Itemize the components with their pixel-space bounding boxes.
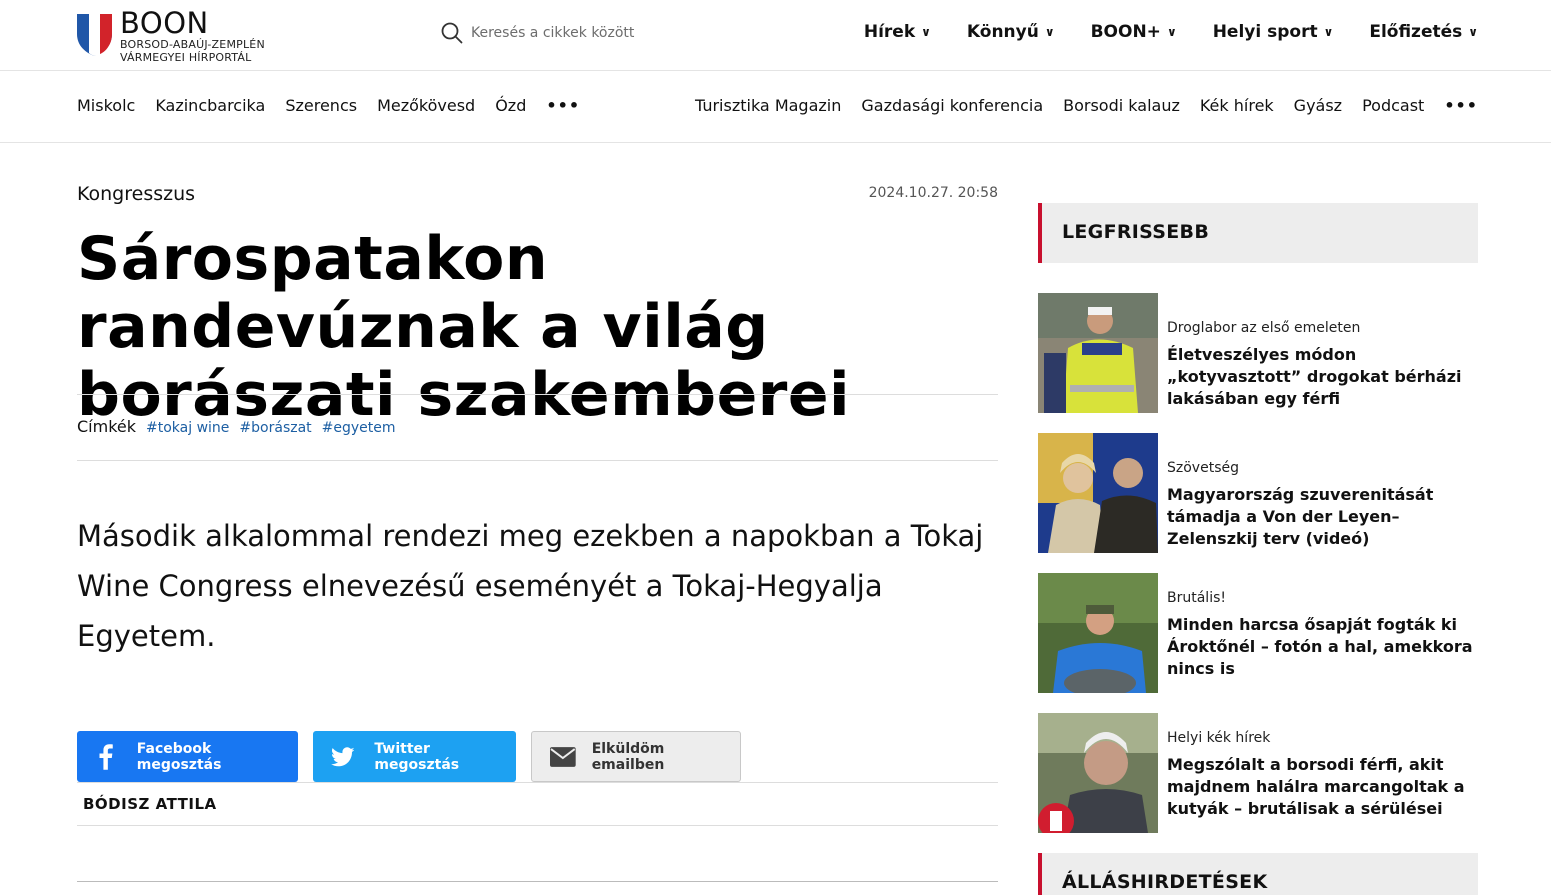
news-category: Brutális! <box>1167 590 1226 606</box>
latest-title: LEGFRISSEBB <box>1062 221 1210 243</box>
envelope-icon <box>550 746 576 767</box>
logo-subtitle-1: BORSOD-ABAÚJ-ZEMPLÉN <box>120 38 265 51</box>
article-author[interactable]: BÓDISZ ATTILA <box>83 795 217 813</box>
tag-egyetem[interactable]: #egyetem <box>322 420 396 436</box>
nav-elofizetes[interactable]: Előfizetés ∨ <box>1369 22 1478 42</box>
twitter-icon <box>331 746 355 766</box>
chevron-down-icon: ∨ <box>1468 25 1478 39</box>
city-nav: Miskolc Kazincbarcika Szerencs Mezőköves… <box>77 96 580 115</box>
nav-hirek[interactable]: Hírek ∨ <box>864 22 931 42</box>
chevron-down-icon: ∨ <box>921 25 931 39</box>
logo-name: BOON <box>120 6 209 40</box>
twitter-share-button[interactable]: Twitter megosztás <box>313 731 516 782</box>
tag-tokaj-wine[interactable]: #tokaj wine <box>146 420 229 436</box>
jobs-title: ÁLLÁSHIRDETÉSEK <box>1062 871 1268 893</box>
article-lead: Második alkalommal rendezi meg ezekben a… <box>77 519 984 653</box>
share-buttons: Facebook megosztás Twitter megosztás Elk… <box>77 731 741 782</box>
news-thumbnail[interactable] <box>1038 713 1158 833</box>
news-thumbnail[interactable] <box>1038 293 1158 413</box>
search-bar <box>441 22 671 44</box>
police-photo <box>1038 293 1158 413</box>
nav-label: Hírek <box>863 22 916 42</box>
subnav-ozd[interactable]: Ózd <box>495 96 526 115</box>
logo-subtitle-2: VÁRMEGYEI HÍRPORTÁL <box>120 51 252 64</box>
subnav-szerencs[interactable]: Szerencs <box>285 96 357 115</box>
topic-nav: Turisztika Magazin Gazdasági konferencia… <box>695 96 1478 115</box>
subnav-turisztika[interactable]: Turisztika Magazin <box>695 96 841 115</box>
nav-label: BOON+ <box>1090 22 1161 42</box>
news-item[interactable]: Szövetség Magyarország szuverenitását tá… <box>1038 433 1478 553</box>
news-category: Helyi kék hírek <box>1167 730 1271 746</box>
news-category: Droglabor az első emeleten <box>1167 320 1361 336</box>
divider <box>77 394 998 395</box>
site-logo[interactable]: BOON BORSOD-ABAÚJ-ZEMPLÉN VÁRMEGYEI HÍRP… <box>77 8 265 64</box>
email-share-button[interactable]: Elküldöm emailben <box>531 731 741 782</box>
nav-label: Könnyű <box>966 22 1039 42</box>
twitter-share-label: Twitter megosztás <box>374 740 460 773</box>
top-header: BOON BORSOD-ABAÚJ-ZEMPLÉN VÁRMEGYEI HÍRP… <box>0 0 1551 71</box>
subnav-gazdasagi[interactable]: Gazdasági konferencia <box>861 96 1043 115</box>
nav-helyi-sport[interactable]: Helyi sport ∨ <box>1213 22 1334 42</box>
facebook-icon <box>99 743 113 770</box>
subnav-kek-hirek[interactable]: Kék hírek <box>1200 96 1274 115</box>
news-category: Szövetség <box>1167 460 1239 476</box>
subnav-gyasz[interactable]: Gyász <box>1294 96 1342 115</box>
nav-boon-plus[interactable]: BOON+ ∨ <box>1091 22 1177 42</box>
more-menu-icon[interactable]: ••• <box>546 96 580 115</box>
subnav-kazincbarcika[interactable]: Kazincbarcika <box>155 96 265 115</box>
chevron-down-icon: ∨ <box>1044 25 1055 39</box>
tags-label: Címkék <box>77 417 137 436</box>
subnav-podcast[interactable]: Podcast <box>1362 96 1424 115</box>
politicians-photo <box>1038 433 1158 553</box>
search-icon[interactable] <box>441 22 463 44</box>
news-title[interactable]: Minden harcsa ősapját fogták ki Ároktőné… <box>1167 614 1479 680</box>
divider <box>77 782 998 783</box>
news-thumbnail[interactable] <box>1038 433 1158 553</box>
logo-shield-icon <box>77 14 112 56</box>
article-category[interactable]: Kongresszus <box>77 183 195 205</box>
facebook-share-button[interactable]: Facebook megosztás <box>77 731 298 782</box>
sub-nav: Miskolc Kazincbarcika Szerencs Mezőköves… <box>0 71 1551 143</box>
subnav-miskolc[interactable]: Miskolc <box>77 96 135 115</box>
chevron-down-icon: ∨ <box>1166 25 1177 39</box>
news-title[interactable]: Megszólalt a borsodi férfi, akit majdnem… <box>1167 754 1479 820</box>
jobs-header: ÁLLÁSHIRDETÉSEK <box>1038 853 1478 895</box>
news-item[interactable]: Helyi kék hírek Megszólalt a borsodi fér… <box>1038 713 1478 833</box>
facebook-share-label: Facebook megosztás <box>136 740 222 773</box>
tag-boraszat[interactable]: #borászat <box>239 420 311 436</box>
fisherman-photo <box>1038 573 1158 693</box>
more-menu-icon[interactable]: ••• <box>1444 96 1478 115</box>
article-date: 2024.10.27. 20:58 <box>868 185 998 201</box>
divider <box>77 881 998 882</box>
nav-label: Előfizetés <box>1369 22 1463 42</box>
divider <box>77 825 998 826</box>
latest-header: LEGFRISSEBB <box>1038 203 1478 263</box>
nav-label: Helyi sport <box>1212 22 1318 42</box>
nav-konnyu[interactable]: Könnyű ∨ <box>967 22 1055 42</box>
news-item[interactable]: Droglabor az első emeleten Életveszélyes… <box>1038 293 1478 413</box>
subnav-borsodi-kalauz[interactable]: Borsodi kalauz <box>1063 96 1180 115</box>
injured-man-photo <box>1038 713 1158 833</box>
chevron-down-icon: ∨ <box>1323 25 1334 39</box>
news-title[interactable]: Magyarország szuverenitását támadja a Vo… <box>1167 484 1479 550</box>
tag-list: Címkék #tokaj wine #borászat #egyetem <box>77 417 396 436</box>
news-title[interactable]: Életveszélyes módon „kotyvasztott” drogo… <box>1167 344 1479 410</box>
subnav-mezokovesd[interactable]: Mezőkövesd <box>377 96 475 115</box>
email-share-label: Elküldöm emailben <box>591 740 665 773</box>
news-item[interactable]: Brutális! Minden harcsa ősapját fogták k… <box>1038 573 1478 693</box>
divider <box>77 460 998 461</box>
article-headline: Sárospatakon randevúznak a világ borásza… <box>77 224 851 430</box>
main-nav: Hírek ∨ Könnyű ∨ BOON+ ∨ Helyi sport ∨ Előfi… <box>864 22 1478 42</box>
search-input[interactable] <box>471 25 671 41</box>
news-thumbnail[interactable] <box>1038 573 1158 693</box>
